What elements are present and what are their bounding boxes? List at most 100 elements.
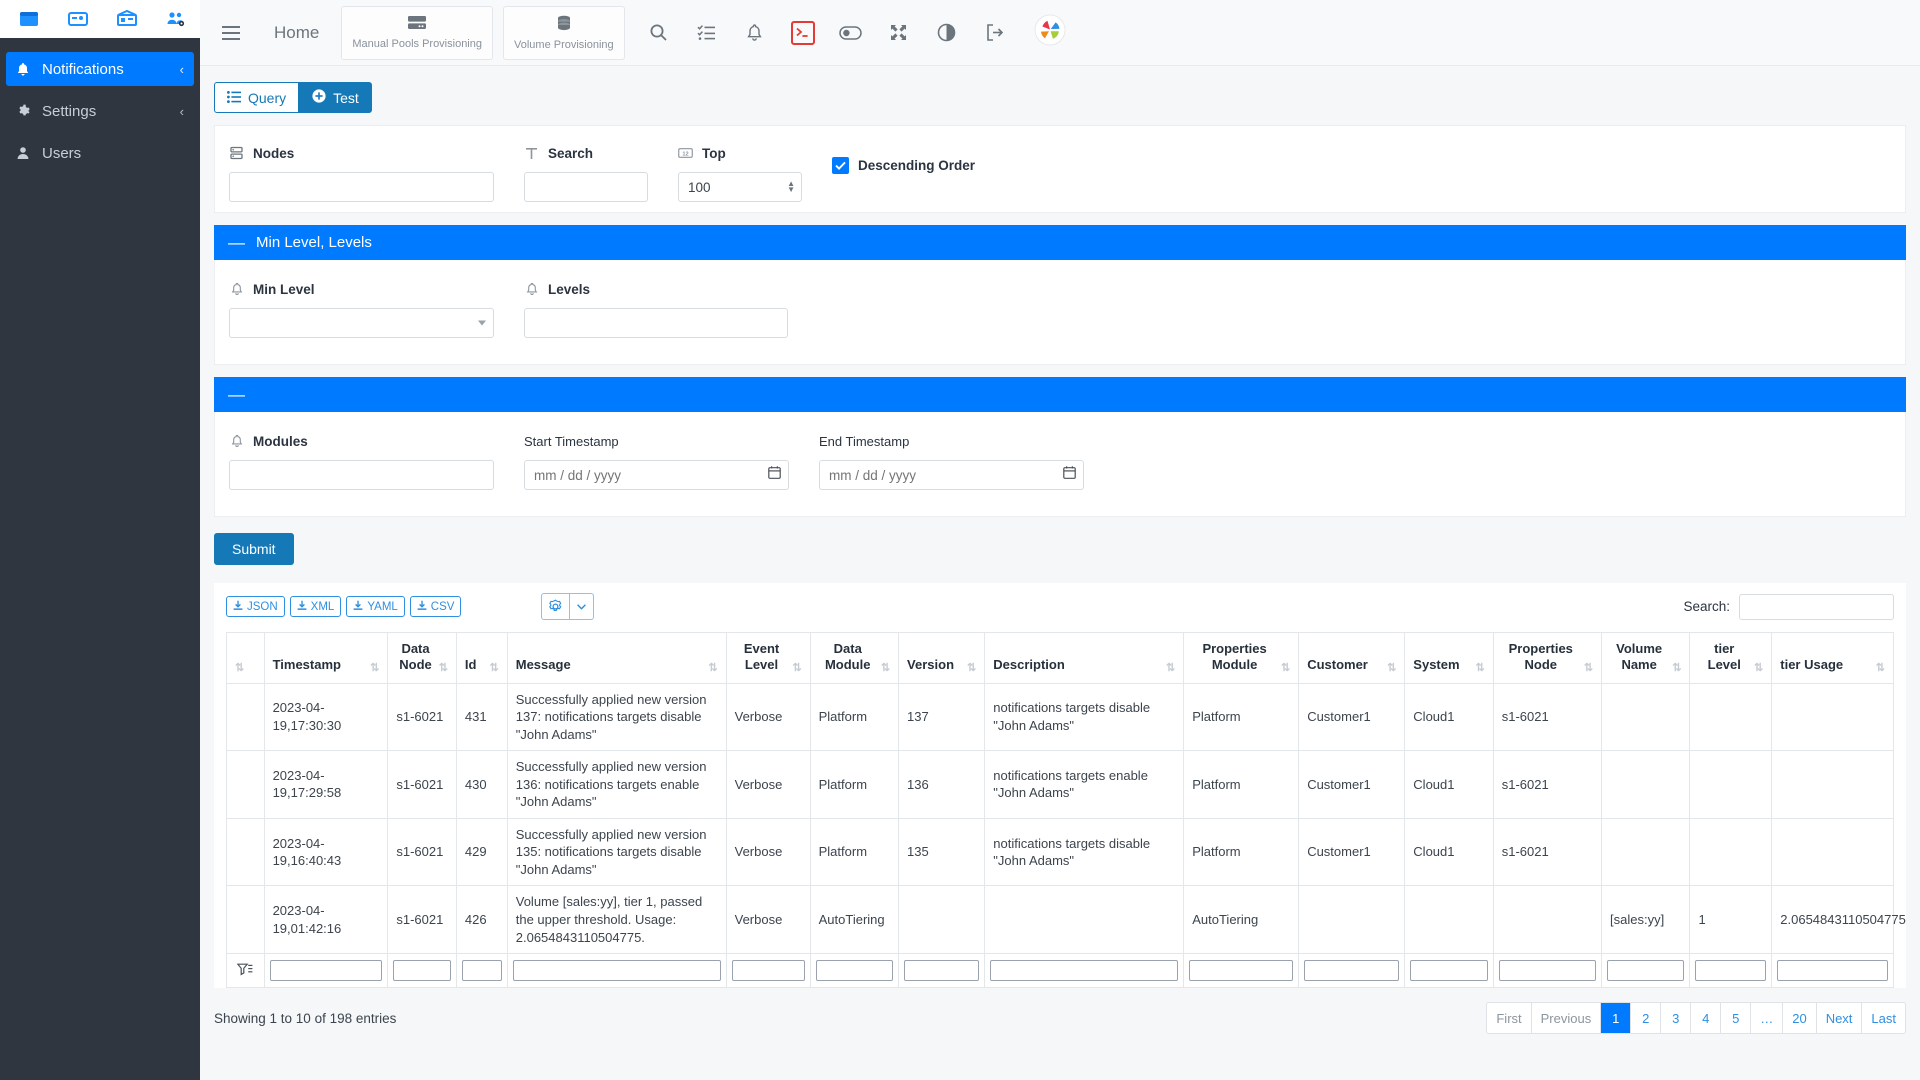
filter-input-tier-level[interactable] (1695, 960, 1766, 981)
table-header-event-level[interactable]: Event Level⇅ (726, 633, 810, 684)
user-avatar[interactable] (1033, 13, 1067, 52)
start-timestamp-wrap[interactable] (524, 460, 789, 490)
table-header-tier-level[interactable]: tier Level⇅ (1690, 633, 1772, 684)
pagination-first[interactable]: First (1487, 1003, 1531, 1033)
sort-icon[interactable]: ⇅ (792, 661, 801, 674)
chevron-down-icon[interactable] (570, 593, 594, 620)
filter-cell-properties-node[interactable] (1493, 954, 1601, 988)
sort-icon[interactable]: ⇅ (881, 661, 890, 674)
menu-toggle-icon[interactable] (214, 16, 248, 50)
min-level-select[interactable] (229, 308, 494, 338)
filter-input-description[interactable] (990, 960, 1178, 981)
sidebar-item-notifications[interactable]: Notifications ‹ (6, 52, 194, 86)
manual-pools-provisioning-tile[interactable]: Manual Pools Provisioning (341, 6, 493, 60)
table-search-input[interactable] (1739, 594, 1894, 620)
monitoring-app-icon[interactable] (53, 0, 102, 38)
modules-input[interactable] (229, 460, 494, 490)
sort-icon[interactable]: ⇅ (1672, 661, 1681, 674)
pagination-1[interactable]: 1 (1601, 1003, 1631, 1033)
sort-icon[interactable]: ⇅ (439, 661, 448, 674)
filter-input-data-module[interactable] (816, 960, 893, 981)
pagination-2[interactable]: 2 (1631, 1003, 1661, 1033)
levels-input[interactable] (524, 308, 788, 338)
sort-icon[interactable]: ⇅ (1281, 661, 1290, 674)
collapse-minus-icon[interactable]: — (228, 386, 256, 403)
table-header-properties-module[interactable]: Properties Module⇅ (1184, 633, 1299, 684)
filter-cell-id[interactable] (456, 954, 507, 988)
filter-input-timestamp[interactable] (270, 960, 383, 981)
sort-icon[interactable]: ⇅ (1476, 661, 1485, 674)
filter-input-message[interactable] (513, 960, 721, 981)
home-breadcrumb[interactable]: Home (274, 23, 319, 43)
table-header-data-node[interactable]: Data Node⇅ (388, 633, 457, 684)
table-row[interactable]: 2023-04-19,16:40:43s1-6021429Successfull… (227, 818, 1894, 886)
table-row[interactable]: 2023-04-19,01:42:16s1-6021426Volume [sal… (227, 886, 1894, 954)
sort-icon[interactable]: ⇅ (235, 661, 244, 674)
table-row[interactable]: 2023-04-19,17:30:30s1-6021431Successfull… (227, 683, 1894, 751)
filter-cell-customer[interactable] (1299, 954, 1405, 988)
search-icon[interactable] (639, 13, 679, 53)
collapse-minus-icon[interactable]: — (228, 234, 256, 251)
filter-cell-system[interactable] (1405, 954, 1493, 988)
filter-input-id[interactable] (462, 960, 502, 981)
export-yaml-button[interactable]: YAML (346, 596, 404, 617)
filter-input-properties-node[interactable] (1499, 960, 1596, 981)
filter-input-data-node[interactable] (393, 960, 451, 981)
logout-icon[interactable] (975, 13, 1015, 53)
toggle-icon[interactable] (831, 13, 871, 53)
table-header-tier-usage[interactable]: tier Usage⇅ (1772, 633, 1894, 684)
filter-cell-event-level[interactable] (726, 954, 810, 988)
filter-cell-tier-usage[interactable] (1772, 954, 1894, 988)
tab-test[interactable]: Test (299, 82, 372, 113)
pagination-20[interactable]: 20 (1783, 1003, 1816, 1033)
pagination-[interactable]: … (1751, 1003, 1783, 1033)
filter-cell-properties-module[interactable] (1184, 954, 1299, 988)
filter-input-customer[interactable] (1304, 960, 1399, 981)
tasks-list-icon[interactable] (687, 13, 727, 53)
table-header-volume-name[interactable]: Volume Name⇅ (1602, 633, 1690, 684)
sidebar-item-settings[interactable]: Settings ‹ (6, 94, 194, 128)
filter-input-system[interactable] (1410, 960, 1487, 981)
table-header-id[interactable]: Id⇅ (456, 633, 507, 684)
filter-input-event-level[interactable] (732, 960, 805, 981)
filter-input-tier-usage[interactable] (1777, 960, 1888, 981)
bell-icon[interactable] (735, 13, 775, 53)
filter-cell-message[interactable] (507, 954, 726, 988)
sort-icon[interactable]: ⇅ (1876, 661, 1885, 674)
filter-cell-timestamp[interactable] (264, 954, 388, 988)
pagination-previous[interactable]: Previous (1532, 1003, 1602, 1033)
top-input[interactable] (678, 172, 802, 202)
modules-section-header[interactable]: — (214, 377, 1906, 412)
filter-input-properties-module[interactable] (1189, 960, 1293, 981)
table-header-properties-node[interactable]: Properties Node⇅ (1493, 633, 1601, 684)
filter-input-version[interactable] (904, 960, 979, 981)
table-header-customer[interactable]: Customer⇅ (1299, 633, 1405, 684)
sort-icon[interactable]: ⇅ (1754, 661, 1763, 674)
table-header-system[interactable]: System⇅ (1405, 633, 1493, 684)
storage-app-icon[interactable] (102, 0, 151, 38)
submit-button[interactable]: Submit (214, 533, 294, 565)
table-header-data-module[interactable]: Data Module⇅ (810, 633, 898, 684)
sort-icon[interactable]: ⇅ (1387, 661, 1396, 674)
export-json-button[interactable]: JSON (226, 596, 285, 617)
pagination-4[interactable]: 4 (1691, 1003, 1721, 1033)
search-filter-input[interactable] (524, 172, 648, 202)
export-csv-button[interactable]: CSV (410, 596, 462, 617)
table-settings-gear-icon[interactable] (541, 593, 570, 620)
table-header-sort-all[interactable]: ⇅ (227, 633, 265, 684)
filter-icon[interactable] (227, 954, 265, 988)
descending-order-row[interactable]: Descending Order (832, 157, 975, 174)
sort-icon[interactable]: ⇅ (1166, 661, 1175, 674)
pagination-5[interactable]: 5 (1721, 1003, 1751, 1033)
sidebar-item-users[interactable]: Users (6, 136, 194, 170)
filter-cell-version[interactable] (899, 954, 985, 988)
filter-cell-description[interactable] (985, 954, 1184, 988)
users-app-icon[interactable] (151, 0, 200, 38)
export-xml-button[interactable]: XML (290, 596, 342, 617)
table-header-description[interactable]: Description⇅ (985, 633, 1184, 684)
filter-cell-tier-level[interactable] (1690, 954, 1772, 988)
filter-cell-data-module[interactable] (810, 954, 898, 988)
dashboard-app-icon[interactable] (4, 0, 53, 38)
start-timestamp-input[interactable] (524, 460, 789, 490)
sort-icon[interactable]: ⇅ (490, 661, 499, 674)
